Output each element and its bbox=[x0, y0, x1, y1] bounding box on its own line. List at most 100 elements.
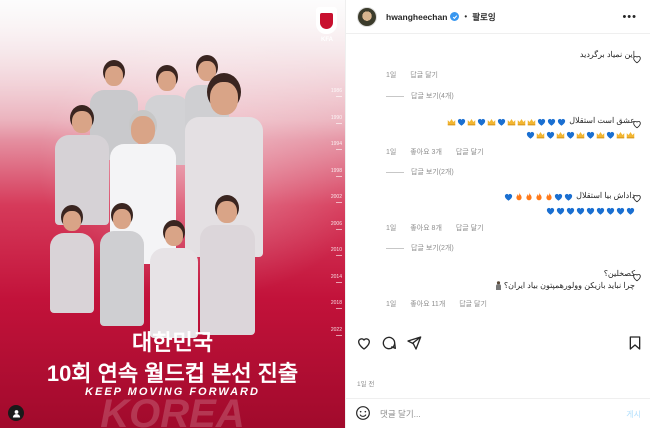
comment-line bbox=[360, 127, 635, 140]
kfa-emblem-icon bbox=[316, 7, 337, 34]
comment-line: عشق است استقلال bbox=[360, 114, 635, 127]
fire-emoji-icon bbox=[514, 192, 523, 201]
crown-emoji-icon bbox=[507, 117, 516, 126]
like-heart-icon[interactable] bbox=[356, 335, 372, 351]
share-icon[interactable] bbox=[406, 335, 422, 351]
crown-emoji-icon bbox=[487, 117, 496, 126]
avatar[interactable] bbox=[357, 6, 377, 27]
players-illustration bbox=[50, 55, 320, 340]
comment-text: این نمیاد برگردید bbox=[579, 50, 635, 59]
reply-button[interactable]: 답글 달기 bbox=[456, 225, 484, 232]
heart-emoji-icon bbox=[606, 206, 615, 215]
view-replies-label: 답글 보기(2개) bbox=[411, 245, 454, 252]
heart-emoji-icon bbox=[547, 117, 556, 126]
year-label: 1990 bbox=[320, 115, 342, 142]
like-comment-heart-icon[interactable] bbox=[632, 54, 642, 64]
fire-emoji-icon bbox=[524, 192, 533, 201]
comment-time: 1일 bbox=[386, 225, 397, 232]
view-replies-button[interactable]: 답글 보기(2개) bbox=[386, 243, 454, 253]
comment-meta: 1일 좋아요 3개 답글 달기 bbox=[386, 147, 496, 157]
heart-emoji-icon bbox=[497, 117, 506, 126]
heart-emoji-icon bbox=[554, 192, 563, 201]
view-replies-button[interactable]: 답글 보기(4개) bbox=[386, 91, 454, 101]
heart-emoji-icon bbox=[537, 117, 546, 126]
year-label: 2014 bbox=[320, 274, 342, 301]
emoji-row bbox=[447, 116, 567, 126]
comment-input[interactable] bbox=[380, 407, 600, 421]
following-button[interactable]: 팔로잉 bbox=[472, 11, 495, 23]
username-link[interactable]: hwangheechan bbox=[386, 12, 447, 22]
comment-list: این نمیاد برگردید 1일 답글 달기 답글 보기(4개) عشق… bbox=[346, 34, 650, 324]
comment-meta: 1일 답글 달기 bbox=[386, 70, 450, 80]
year-label: 1994 bbox=[320, 141, 342, 168]
crown-emoji-icon bbox=[556, 130, 565, 139]
emoji-row bbox=[504, 191, 574, 201]
heart-emoji-icon bbox=[546, 130, 555, 139]
view-replies-button[interactable]: 답글 보기(2개) bbox=[386, 167, 454, 177]
like-comment-heart-icon[interactable] bbox=[632, 193, 642, 203]
fire-emoji-icon bbox=[534, 192, 543, 201]
post-comment-button[interactable]: 게시 bbox=[626, 409, 641, 420]
post-image[interactable]: KFA 1986 1990 1994 1998 2002 2006 2010 2… bbox=[0, 0, 345, 428]
crown-emoji-icon bbox=[596, 130, 605, 139]
reply-button[interactable]: 답글 달기 bbox=[410, 72, 438, 79]
comment-text: داداش بیا استقلال bbox=[576, 191, 635, 200]
heart-emoji-icon bbox=[564, 192, 573, 201]
comment-line: چرا نباید بازیکن وولورهمپتون بیاد ایران؟ bbox=[360, 280, 635, 292]
emoji-icon[interactable] bbox=[355, 405, 371, 421]
likes-count[interactable]: 좋아요 11개 bbox=[410, 301, 445, 308]
kfa-label: KFA bbox=[321, 37, 333, 43]
reply-button[interactable]: 답글 달기 bbox=[459, 301, 487, 308]
comment-icon[interactable] bbox=[381, 335, 397, 351]
comment-line: داداش بیا استقلال bbox=[360, 189, 635, 203]
comment-time: 1일 bbox=[386, 149, 397, 156]
crown-emoji-icon bbox=[527, 117, 536, 126]
heart-emoji-icon bbox=[477, 117, 486, 126]
instagram-post-modal: KFA 1986 1990 1994 1998 2002 2006 2010 2… bbox=[0, 0, 650, 428]
fire-emoji-icon bbox=[544, 192, 553, 201]
person-emoji-icon bbox=[495, 281, 502, 291]
likes-count[interactable]: 좋아요 8개 bbox=[410, 225, 442, 232]
heart-emoji-icon bbox=[566, 130, 575, 139]
crown-emoji-icon bbox=[447, 117, 456, 126]
heart-emoji-icon bbox=[566, 206, 575, 215]
crown-emoji-icon bbox=[467, 117, 476, 126]
emoji-row bbox=[525, 129, 635, 139]
year-label: 2002 bbox=[320, 194, 342, 221]
emoji-row bbox=[545, 205, 635, 215]
heart-emoji-icon bbox=[616, 206, 625, 215]
year-label: 2010 bbox=[320, 247, 342, 274]
comment-text: چرا نباید بازیکن وولورهمپتون بیاد ایران؟ bbox=[503, 281, 635, 290]
crown-emoji-icon bbox=[616, 130, 625, 139]
year-list: 1986 1990 1994 1998 2002 2006 2010 2014 … bbox=[320, 88, 342, 353]
crown-emoji-icon bbox=[576, 130, 585, 139]
poster-subtitle: 10회 연속 월드컵 본선 진출 bbox=[46, 361, 299, 386]
comment-time: 1일 bbox=[386, 301, 397, 308]
heart-emoji-icon bbox=[576, 206, 585, 215]
save-bookmark-icon[interactable] bbox=[627, 335, 643, 351]
post-side-panel: hwangheechan • 팔로잉 ••• این نمیاد برگردید… bbox=[345, 0, 650, 428]
comment-time: 1일 bbox=[386, 72, 397, 79]
heart-emoji-icon bbox=[526, 130, 535, 139]
crown-emoji-icon bbox=[536, 130, 545, 139]
comment-meta: 1일 좋아요 8개 답글 달기 bbox=[386, 223, 496, 233]
like-comment-heart-icon[interactable] bbox=[632, 272, 642, 282]
heart-emoji-icon bbox=[504, 192, 513, 201]
comment-item: این نمیاد برگردید bbox=[360, 50, 635, 59]
year-label: 2018 bbox=[320, 300, 342, 327]
comment-composer: 게시 bbox=[346, 398, 650, 428]
comment-item: کصخلین؟ چرا نباید بازیکن وولورهمپتون بیا… bbox=[360, 268, 635, 292]
year-label: 1986 bbox=[320, 88, 342, 115]
comment-text: کصخلین؟ bbox=[603, 269, 635, 278]
more-options-icon[interactable]: ••• bbox=[622, 11, 637, 23]
like-comment-heart-icon[interactable] bbox=[632, 119, 642, 129]
year-label: 2006 bbox=[320, 221, 342, 248]
post-timestamp: 1일 전 bbox=[357, 381, 375, 388]
likes-count[interactable]: 좋아요 3개 bbox=[410, 149, 442, 156]
poster-title: 대한민국 bbox=[132, 330, 213, 355]
poster-tagline: KEEP MOVING FORWARD bbox=[85, 386, 260, 398]
comment-line bbox=[360, 203, 635, 217]
reply-button[interactable]: 답글 달기 bbox=[456, 149, 484, 156]
view-replies-label: 답글 보기(4개) bbox=[411, 93, 454, 100]
user-tag-icon[interactable] bbox=[8, 405, 24, 421]
